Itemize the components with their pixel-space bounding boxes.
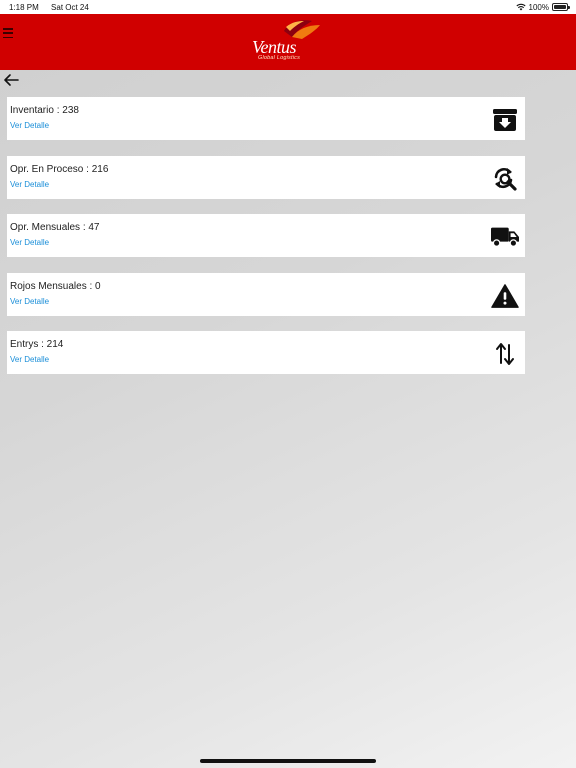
warning-icon [491, 282, 519, 310]
swap-vertical-icon [491, 340, 519, 368]
logo-subtitle: Global Logistics [258, 55, 301, 61]
card-title: Opr. Mensuales : 47 [10, 222, 100, 233]
ver-detalle-link[interactable]: Ver Detalle [10, 355, 525, 364]
archive-download-icon [491, 106, 519, 134]
status-time: 1:18 PM [9, 2, 39, 12]
status-date: Sat Oct 24 [51, 2, 89, 12]
ver-detalle-link[interactable]: Ver Detalle [10, 121, 525, 130]
hamburger-icon[interactable] [3, 27, 15, 39]
status-left: 1:18 PM Sat Oct 24 [9, 3, 99, 12]
card-inventario[interactable]: Inventario : 238 Ver Detalle [7, 97, 525, 140]
card-rojos-mensuales[interactable]: Rojos Mensuales : 0 Ver Detalle [7, 272, 525, 316]
dashboard-cards: Inventario : 238 Ver Detalle Opr. En Pro… [7, 97, 525, 390]
battery-percent: 100% [528, 2, 549, 12]
ver-detalle-link[interactable]: Ver Detalle [10, 238, 525, 247]
ver-detalle-link[interactable]: Ver Detalle [10, 180, 525, 189]
app-header: Ventus Global Logistics [0, 14, 576, 70]
ventus-logo: Ventus Global Logistics [246, 17, 330, 67]
card-opr-en-proceso[interactable]: Opr. En Proceso : 216 Ver Detalle [7, 155, 525, 199]
refresh-search-icon [491, 165, 519, 193]
battery-icon [552, 3, 570, 11]
card-opr-mensuales[interactable]: Opr. Mensuales : 47 Ver Detalle [7, 214, 525, 257]
card-title: Inventario : 238 [10, 105, 79, 116]
card-entrys[interactable]: Entrys : 214 Ver Detalle [7, 331, 525, 374]
card-title: Entrys : 214 [10, 339, 64, 350]
status-bar: 1:18 PM Sat Oct 24 100% [0, 0, 576, 14]
truck-icon [491, 223, 519, 251]
back-arrow-icon[interactable] [3, 73, 19, 87]
home-indicator[interactable] [200, 759, 376, 763]
wifi-icon [515, 3, 526, 11]
card-title: Rojos Mensuales : 0 [10, 280, 101, 292]
ver-detalle-link[interactable]: Ver Detalle [10, 297, 525, 306]
status-right: 100% [515, 2, 570, 12]
card-title: Opr. En Proceso : 216 [10, 163, 109, 175]
